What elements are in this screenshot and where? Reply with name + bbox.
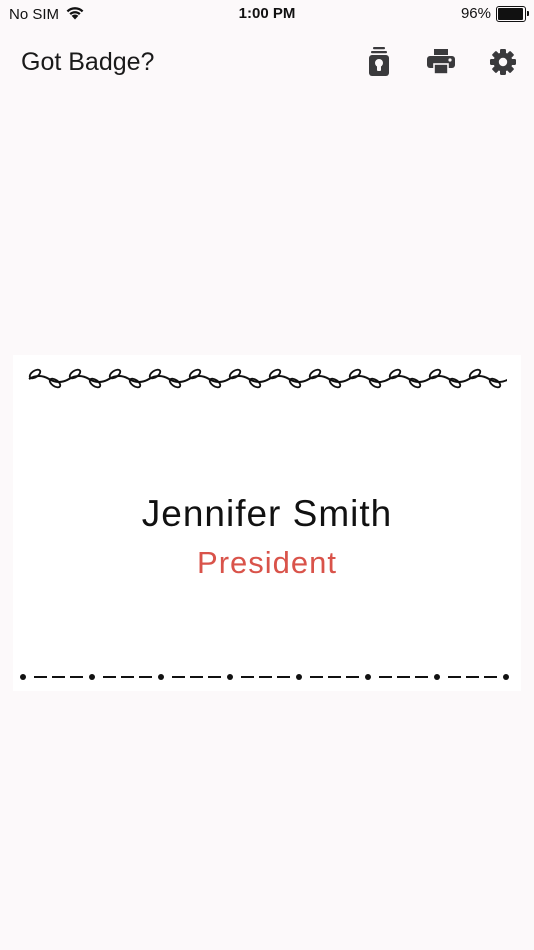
- nav-bar: Got Badge?: [0, 40, 534, 88]
- dot-dash-border: [20, 674, 509, 680]
- settings-button[interactable]: [485, 46, 521, 82]
- status-time: 1:00 PM: [238, 5, 296, 22]
- battery-percent: 96%: [460, 5, 491, 22]
- battery-fill: [498, 7, 523, 20]
- badge-holder-icon: [368, 46, 390, 82]
- badge-card[interactable]: Jennifer Smith President: [13, 355, 521, 691]
- badge-name: Jennifer Smith: [141, 493, 393, 534]
- status-bar: No SIM 1:00 PM 96%: [0, 0, 534, 28]
- badge-title: President: [197, 545, 337, 580]
- battery-icon: [496, 5, 529, 22]
- vine-border: [28, 368, 507, 389]
- print-button[interactable]: [423, 46, 459, 82]
- status-right: 96%: [460, 5, 529, 22]
- printer-icon: [427, 48, 455, 80]
- badge-holder-button[interactable]: [361, 46, 397, 82]
- gear-icon: [489, 48, 517, 81]
- app-title: Got Badge?: [21, 48, 155, 76]
